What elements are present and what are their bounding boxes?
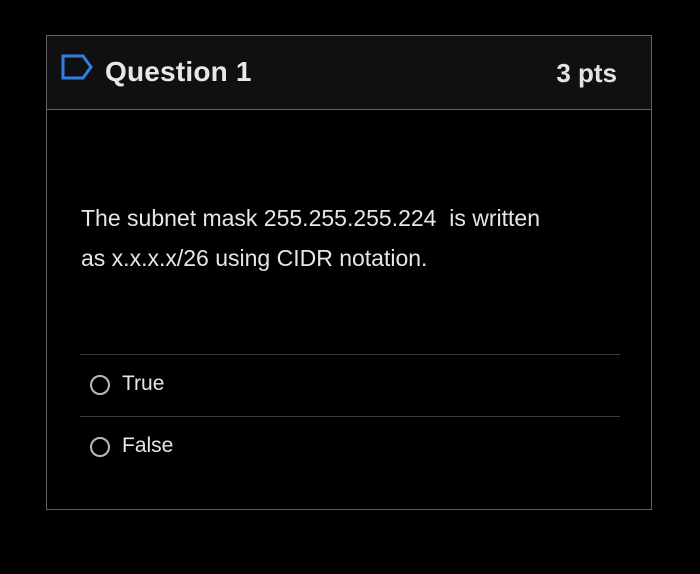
- answer-label-true[interactable]: True: [122, 372, 164, 396]
- answer-list: True False: [80, 354, 620, 478]
- question-text: The subnet mask 255.255.255.224 is writt…: [81, 205, 541, 271]
- radio-button-false[interactable]: [90, 437, 110, 457]
- quiz-page: Question 1 3 pts The subnet mask 255.255…: [0, 0, 700, 574]
- answer-option-false[interactable]: False: [80, 416, 620, 478]
- question-title: Question 1: [105, 56, 252, 87]
- flag-question-icon[interactable]: [60, 53, 94, 81]
- radio-button-true[interactable]: [90, 375, 110, 395]
- question-card: Question 1 3 pts The subnet mask 255.255…: [46, 35, 652, 510]
- answer-label-false[interactable]: False: [122, 434, 173, 458]
- answer-option-true[interactable]: True: [80, 354, 620, 416]
- question-points: 3 pts: [556, 58, 617, 88]
- question-header: Question 1 3 pts: [47, 36, 651, 110]
